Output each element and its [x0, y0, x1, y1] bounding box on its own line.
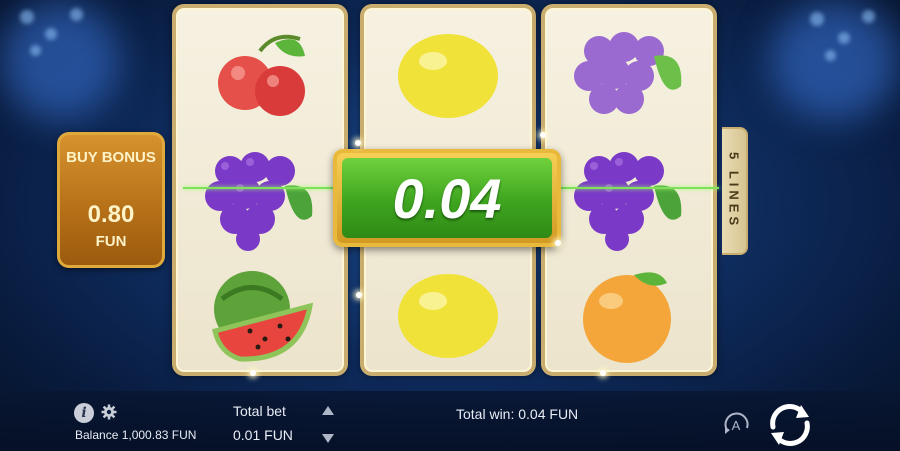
info-icon[interactable]: i	[74, 403, 94, 423]
symbol-orange	[545, 256, 713, 376]
symbol-grapes	[176, 136, 344, 256]
sparkle	[250, 370, 256, 376]
total-bet-label: Total bet	[233, 403, 286, 419]
gear-icon[interactable]	[101, 404, 117, 420]
bokeh-light	[70, 8, 83, 21]
symbol-lemon	[364, 256, 532, 376]
bokeh-light	[810, 12, 824, 26]
symbol-grapes	[545, 136, 713, 256]
reel-1	[172, 4, 348, 376]
lines-indicator: 5 LINES	[722, 127, 748, 255]
autoplay-label: A	[732, 418, 741, 433]
symbol-watermelon	[176, 256, 344, 376]
bet-decrease-icon[interactable]	[322, 434, 334, 443]
grapes-icon	[205, 152, 313, 251]
bokeh-light	[838, 32, 850, 44]
stage-light-right	[770, 0, 900, 120]
win-amount: 0.04	[342, 158, 552, 238]
symbol-lemon	[364, 16, 532, 136]
sparkle	[555, 240, 561, 246]
bokeh-light	[20, 10, 34, 24]
bokeh-light	[45, 28, 57, 40]
reel-3	[541, 4, 717, 376]
lemon-icon	[398, 34, 498, 118]
watermelon-icon	[212, 271, 314, 362]
sparkle	[356, 292, 362, 298]
buy-bonus-button[interactable]: BUY BONUS 0.80 FUN	[57, 132, 165, 268]
autoplay-icon[interactable]: A	[721, 410, 751, 440]
buy-bonus-label: BUY BONUS	[66, 149, 156, 166]
sparkle	[600, 370, 606, 376]
lemon-icon	[398, 274, 498, 358]
grapes-icon	[574, 32, 682, 114]
grapes-icon	[574, 152, 682, 251]
symbol-cherries	[176, 16, 344, 136]
cherries-icon	[218, 34, 305, 116]
bet-increase-icon[interactable]	[322, 406, 334, 415]
bokeh-light	[30, 45, 41, 56]
orange-icon	[583, 272, 671, 363]
stage-light-left	[0, 0, 120, 120]
bokeh-light	[862, 10, 875, 23]
win-amount-box: 0.04	[333, 149, 561, 247]
spin-icon[interactable]	[765, 401, 815, 449]
bokeh-light	[825, 50, 836, 61]
sparkle	[540, 132, 546, 138]
buy-bonus-unit: FUN	[95, 233, 127, 250]
buy-bonus-price: 0.80	[87, 201, 135, 228]
balance-text: Balance 1,000.83 FUN	[75, 428, 197, 442]
total-bet-value: 0.01 FUN	[233, 427, 293, 443]
sparkle	[355, 140, 361, 146]
symbol-grapes	[545, 16, 713, 136]
total-win-text: Total win: 0.04 FUN	[456, 406, 579, 422]
